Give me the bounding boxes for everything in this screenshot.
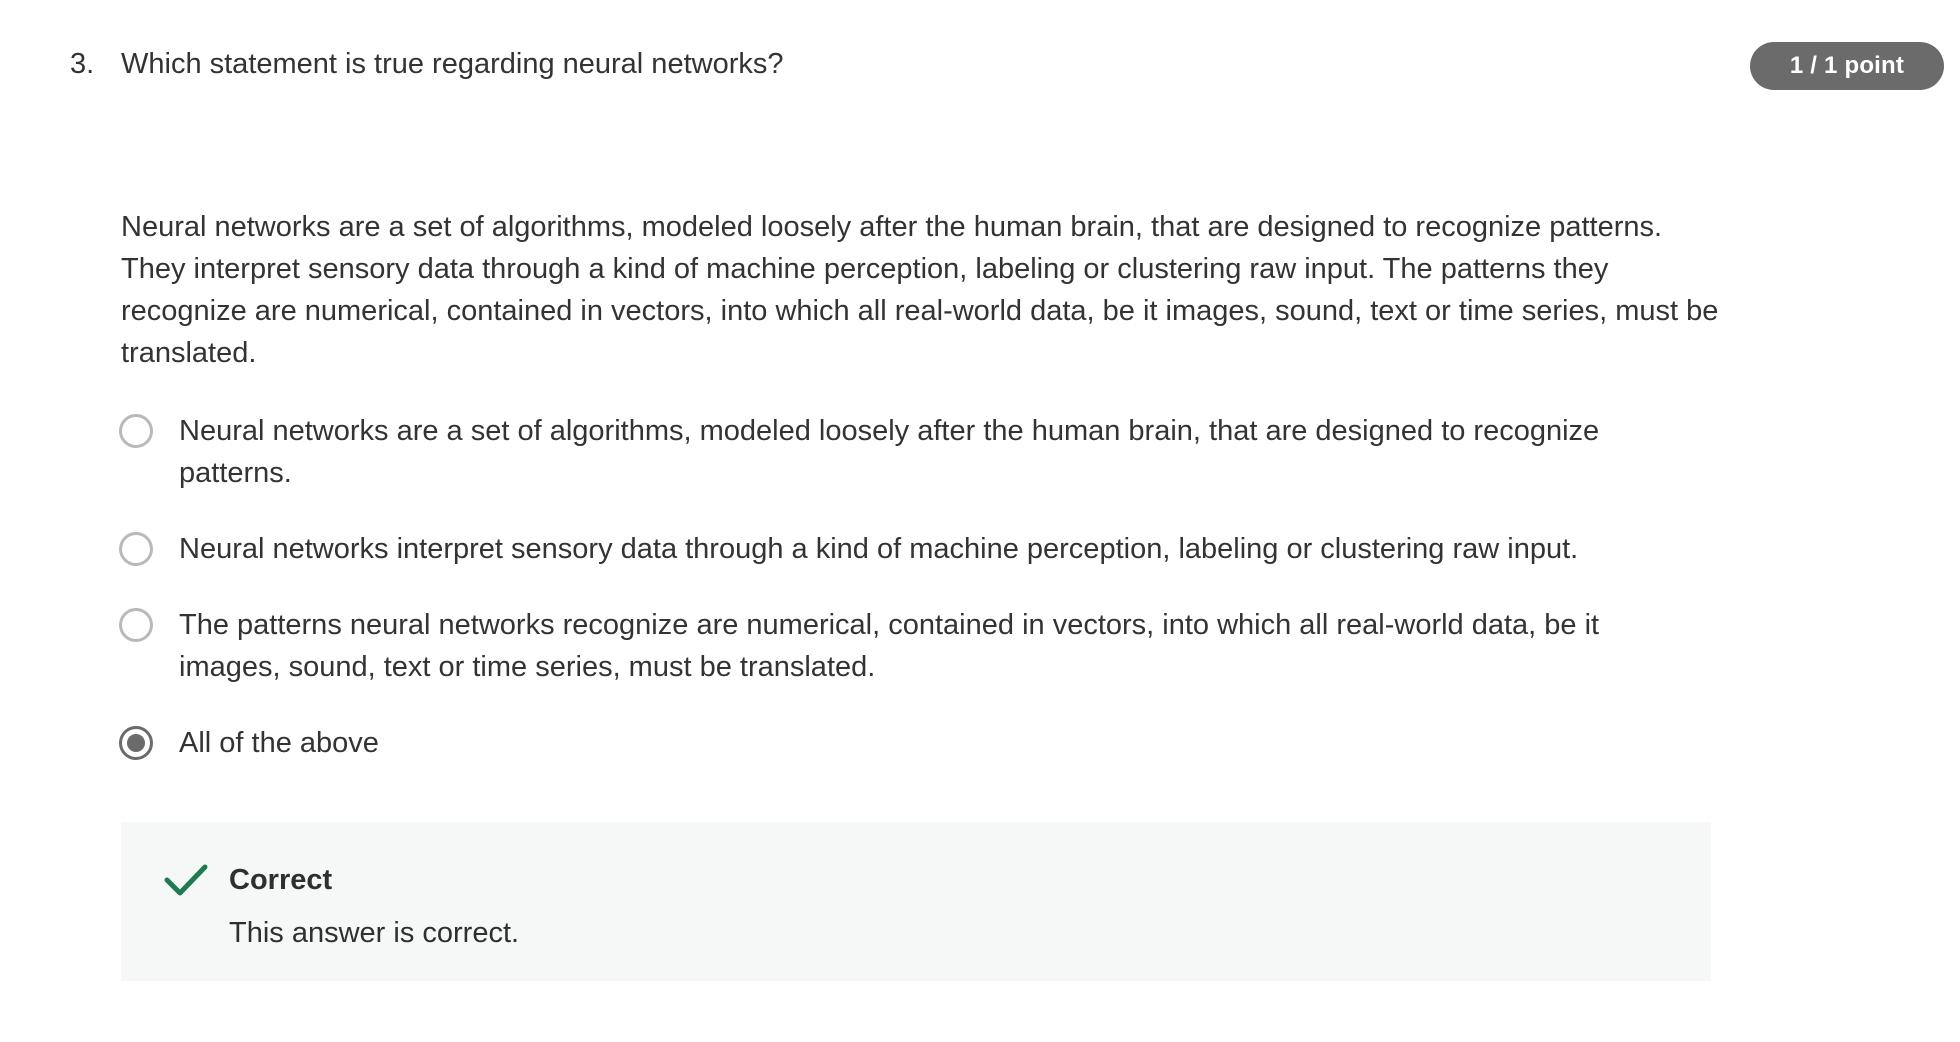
- check-icon: [164, 864, 208, 896]
- question-title: Which statement is true regarding neural…: [121, 48, 784, 80]
- option-label: Neural networks interpret sensory data t…: [179, 533, 1579, 565]
- points-badge: 1 / 1 point: [1750, 42, 1944, 90]
- answer-option-1[interactable]: Neural networks are a set of algorithms,…: [119, 410, 1699, 494]
- radio-button[interactable]: [119, 532, 153, 566]
- feedback-text: This answer is correct.: [229, 917, 520, 949]
- question-number: 3.: [70, 48, 95, 80]
- radio-button[interactable]: [119, 414, 153, 448]
- radio-button[interactable]: [119, 608, 153, 642]
- radio-button-selected[interactable]: [119, 726, 153, 760]
- answer-option-3[interactable]: The patterns neural networks recognize a…: [119, 604, 1699, 688]
- feedback-title: Correct: [229, 864, 333, 896]
- option-label: The patterns neural networks recognize a…: [179, 609, 1600, 683]
- option-label: Neural networks are a set of algorithms,…: [179, 415, 1600, 489]
- answer-option-2[interactable]: Neural networks interpret sensory data t…: [119, 528, 1699, 570]
- feedback-panel: Correct This answer is correct.: [121, 822, 1711, 981]
- question-description: Neural networks are a set of algorithms,…: [121, 211, 1719, 369]
- option-label: All of the above: [179, 727, 379, 759]
- answer-option-4[interactable]: All of the above: [119, 722, 1699, 764]
